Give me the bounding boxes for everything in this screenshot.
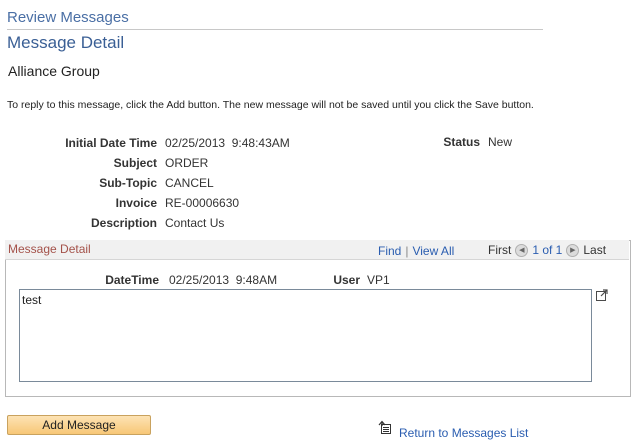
grid-nav-bar: Find | View All: [378, 244, 454, 258]
message-textarea[interactable]: test: [19, 289, 592, 382]
return-to-messages-link[interactable]: Return to Messages List: [399, 426, 528, 440]
breadcrumb-review-messages: Review Messages: [7, 9, 129, 26]
company-name: Alliance Group: [8, 63, 100, 79]
description-label: Description: [90, 216, 157, 230]
subject-label: Subject: [113, 156, 157, 170]
view-all-link[interactable]: View All: [412, 244, 454, 258]
first-label: First: [488, 243, 512, 257]
title-divider: [7, 29, 543, 30]
user-label: User: [333, 273, 360, 287]
subject-value: ORDER: [165, 156, 209, 170]
nav-separator: |: [405, 244, 409, 258]
return-list-icon[interactable]: [378, 420, 393, 435]
status-value: New: [488, 135, 513, 149]
description-value: Contact Us: [165, 216, 225, 230]
find-link[interactable]: Find: [378, 244, 401, 258]
last-label: Last: [583, 243, 607, 257]
grid-title: Message Detail: [8, 242, 91, 256]
invoice-value: RE-00006630: [165, 196, 240, 210]
expand-popup-icon[interactable]: [596, 289, 608, 301]
status-label: Status: [443, 135, 480, 149]
grid-pager: First ◀ 1 of 1 ▶ Last: [488, 243, 606, 257]
add-message-button[interactable]: Add Message: [7, 415, 151, 435]
right-arrow-circle-icon[interactable]: ▶: [566, 243, 580, 257]
initial-datetime-label: Initial Date Time: [65, 136, 157, 150]
user-value: VP1: [367, 273, 390, 287]
left-arrow-circle-icon[interactable]: ◀: [515, 243, 529, 257]
pager-position: 1 of 1: [532, 243, 563, 257]
subtopic-value: CANCEL: [165, 176, 214, 190]
instructions-text: To reply to this message, click the Add …: [7, 99, 534, 111]
subtopic-label: Sub-Topic: [99, 176, 157, 190]
datetime-label: DateTime: [105, 273, 159, 287]
initial-datetime-value: 02/25/2013 9:48:43AM: [165, 136, 290, 150]
page-title: Message Detail: [7, 33, 125, 52]
invoice-label: Invoice: [115, 196, 157, 210]
